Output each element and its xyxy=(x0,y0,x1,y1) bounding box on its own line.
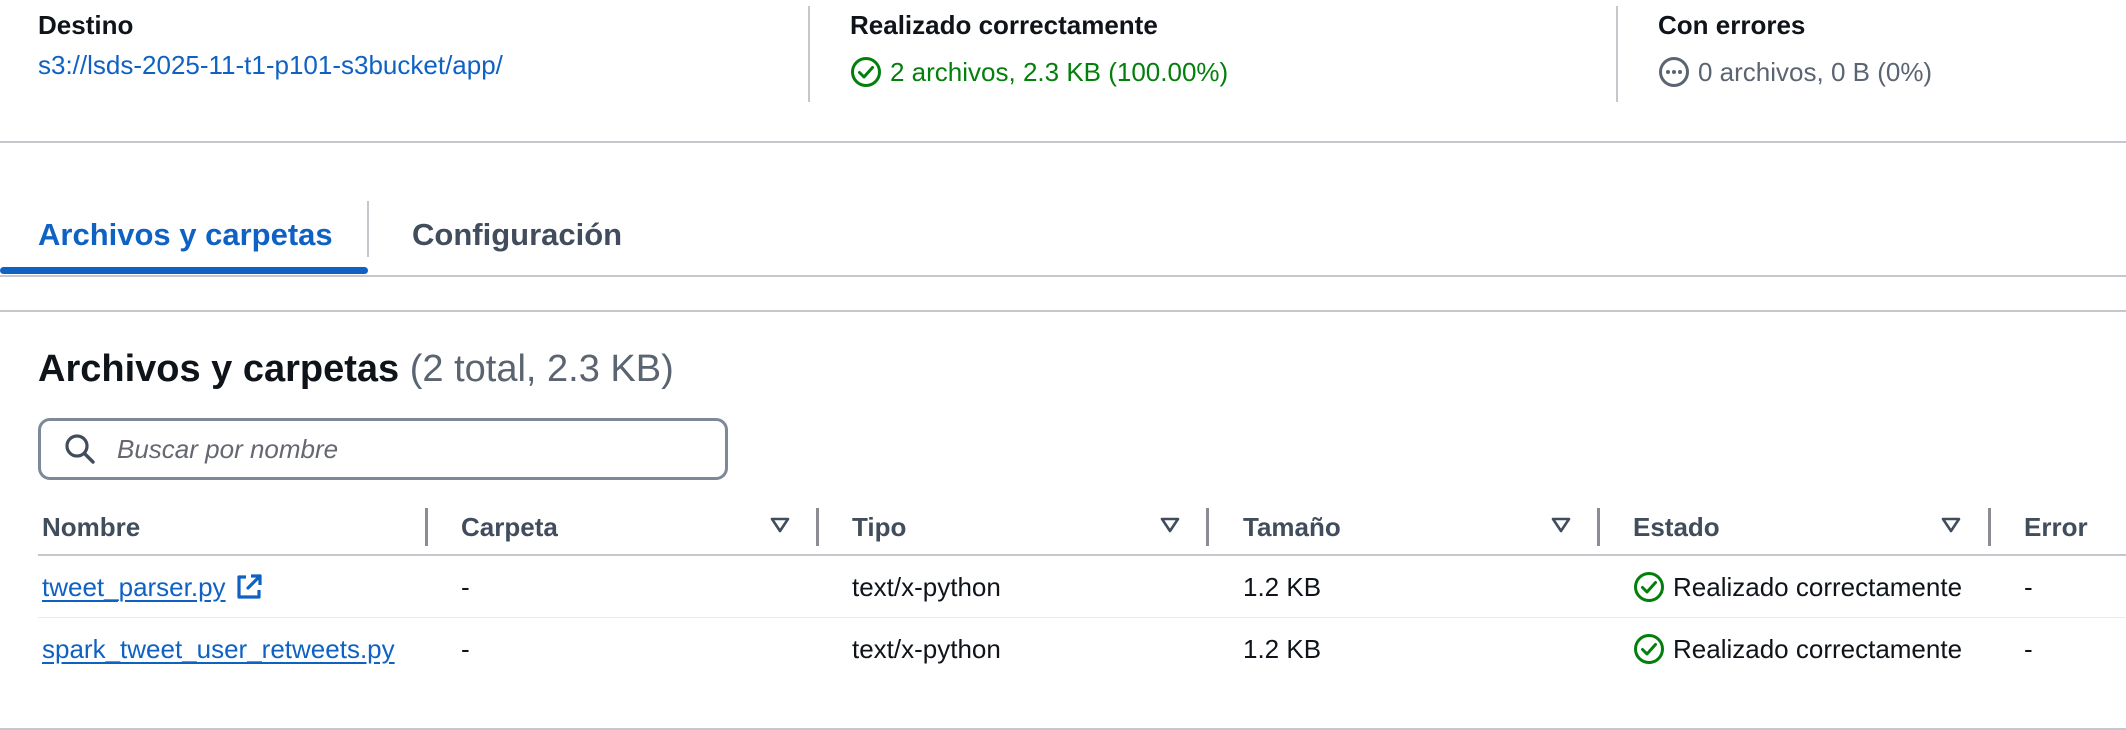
tab-separator xyxy=(367,201,369,257)
table-header: Nombre Carpeta Tipo Tamaño Estado Error xyxy=(38,500,2126,556)
sort-caret-icon[interactable] xyxy=(1940,514,1962,541)
error-cell: - xyxy=(2024,633,2033,664)
tab-files-and-folders[interactable]: Archivos y carpetas xyxy=(38,195,333,275)
search-field[interactable] xyxy=(38,418,728,480)
succeeded-text: 2 archivos, 2.3 KB (100.00%) xyxy=(890,56,1229,87)
column-header-status[interactable]: Estado xyxy=(1633,500,1720,554)
destination-label: Destino xyxy=(38,10,134,40)
failed-text: 0 archivos, 0 B (0%) xyxy=(1698,56,1933,87)
search-input[interactable] xyxy=(115,432,695,466)
file-name-link[interactable]: tweet_parser.py xyxy=(42,572,226,603)
column-resizer[interactable] xyxy=(425,508,428,546)
column-header-type[interactable]: Tipo xyxy=(852,500,906,554)
column-header-folder[interactable]: Carpeta xyxy=(461,500,558,554)
column-header-error[interactable]: Error xyxy=(2024,500,2088,554)
sort-caret-icon[interactable] xyxy=(1159,514,1181,541)
file-name-link[interactable]: spark_tweet_user_retweets.py xyxy=(42,618,402,680)
column-header-name[interactable]: Nombre xyxy=(42,500,140,554)
succeeded-value: 2 archivos, 2.3 KB (100.00%) xyxy=(850,56,1228,88)
destination-link[interactable]: s3://lsds-2025-11-t1-p101-s3bucket/app/ xyxy=(38,50,503,81)
folder-cell: - xyxy=(461,571,470,602)
column-resizer[interactable] xyxy=(1988,508,1991,546)
search-icon xyxy=(63,432,97,466)
files-panel-count: (2 total, 2.3 KB) xyxy=(409,348,674,390)
success-check-icon xyxy=(850,56,882,88)
pending-dots-icon xyxy=(1658,56,1690,88)
failed-value: 0 archivos, 0 B (0%) xyxy=(1658,56,1932,88)
success-check-icon xyxy=(1633,571,1665,603)
summary-divider xyxy=(808,6,810,102)
folder-cell: - xyxy=(461,633,470,664)
column-resizer[interactable] xyxy=(1597,508,1600,546)
files-panel-heading: Archivos y carpetas xyxy=(38,348,400,390)
error-cell: - xyxy=(2024,571,2033,602)
sort-caret-icon[interactable] xyxy=(769,514,791,541)
type-cell: text/x-python xyxy=(852,571,1001,602)
tabs-divider xyxy=(0,275,2126,277)
file-name-cell: spark_tweet_user_retweets.py xyxy=(42,618,402,680)
size-cell: 1.2 KB xyxy=(1243,633,1322,664)
column-resizer[interactable] xyxy=(816,508,819,546)
table-row: tweet_parser.py - text/x-python 1.2 KB R… xyxy=(38,556,2126,618)
status-cell: Realizado correctamente xyxy=(1633,556,1962,618)
sort-caret-icon[interactable] xyxy=(1550,514,1572,541)
file-name-cell: tweet_parser.py xyxy=(42,556,264,618)
files-panel-title: Archivos y carpetas (2 total, 2.3 KB) xyxy=(38,348,674,391)
column-header-size[interactable]: Tamaño xyxy=(1243,500,1341,554)
size-cell: 1.2 KB xyxy=(1243,571,1322,602)
success-check-icon xyxy=(1633,633,1665,665)
files-table: Nombre Carpeta Tipo Tamaño Estado Error … xyxy=(38,500,2126,680)
active-tab-indicator xyxy=(0,267,368,274)
status-text: Realizado correctamente xyxy=(1673,571,1963,602)
failed-label: Con errores xyxy=(1658,10,1806,40)
status-text: Realizado correctamente xyxy=(1673,633,1963,664)
summary-divider xyxy=(1616,6,1618,102)
external-link-icon[interactable] xyxy=(234,572,264,602)
status-cell: Realizado correctamente xyxy=(1633,618,1962,680)
tab-list: Archivos y carpetas Configuración xyxy=(0,195,2126,277)
type-cell: text/x-python xyxy=(852,633,1001,664)
destination-value[interactable]: s3://lsds-2025-11-t1-p101-s3bucket/app/ xyxy=(38,50,503,81)
table-row: spark_tweet_user_retweets.py - text/x-py… xyxy=(38,618,2126,680)
tab-configuration[interactable]: Configuración xyxy=(412,195,622,275)
column-resizer[interactable] xyxy=(1206,508,1209,546)
succeeded-label: Realizado correctamente xyxy=(850,10,1158,40)
